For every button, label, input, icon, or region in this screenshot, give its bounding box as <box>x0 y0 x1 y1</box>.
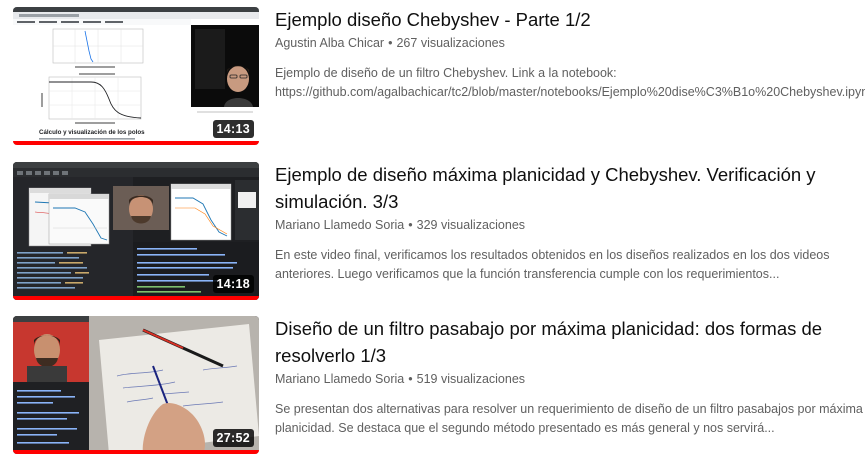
video-title[interactable]: Ejemplo de diseño máxima planicidad y Ch… <box>275 161 865 215</box>
video-thumbnail[interactable]: 14:18 <box>13 162 259 300</box>
watch-progress-bar <box>13 450 259 454</box>
video-meta: Agustin Alba Chicar • 267 visualizaciones <box>275 35 865 52</box>
video-title[interactable]: Ejemplo diseño Chebyshev - Parte 1/2 <box>275 6 865 33</box>
video-info: Ejemplo diseño Chebyshev - Parte 1/2 Agu… <box>275 6 865 102</box>
video-description: En este video final, verificamos los res… <box>275 248 830 281</box>
video-thumbnail[interactable]: Cálculo y visualización de los polos 14:… <box>13 7 259 145</box>
channel-name[interactable]: Agustin Alba Chicar <box>275 36 384 50</box>
meta-separator-dot: • <box>388 36 393 50</box>
video-description: Ejemplo de diseño de un filtro Chebyshev… <box>275 66 865 99</box>
video-description: Se presentan dos alternativas para resol… <box>275 402 863 435</box>
thumbnail-caption: Cálculo y visualización de los polos <box>39 129 145 136</box>
watch-progress-bar <box>13 141 259 145</box>
video-info: Diseño de un filtro pasabajo por máxima … <box>275 315 865 438</box>
video-result[interactable]: 27:52 Diseño de un filtro pasabajo por m… <box>0 309 867 454</box>
watch-progress-bar <box>13 296 259 300</box>
duration-badge: 14:13 <box>212 120 254 138</box>
duration-badge: 27:52 <box>212 429 254 447</box>
view-count: 519 visualizaciones <box>416 372 526 386</box>
video-meta: Mariano Llamedo Soria • 329 visualizacione… <box>275 217 865 234</box>
channel-name[interactable]: Mariano Llamedo Soria <box>275 372 404 386</box>
watch-progress-track <box>13 296 259 300</box>
video-result[interactable]: Cálculo y visualización de los polos 14:… <box>0 0 867 145</box>
view-count: 267 visualizaciones <box>396 36 505 50</box>
meta-separator-dot: • <box>408 372 413 386</box>
video-thumbnail[interactable]: 27:52 <box>13 316 259 454</box>
duration-badge: 14:18 <box>212 275 254 293</box>
watch-progress-track <box>13 450 259 454</box>
watch-progress-track <box>13 141 259 145</box>
view-count: 329 visualizaciones <box>416 218 526 232</box>
video-result[interactable]: 14:18 Ejemplo de diseño máxima planicida… <box>0 155 867 300</box>
search-results-list: Cálculo y visualización de los polos 14:… <box>0 0 867 463</box>
channel-name[interactable]: Mariano Llamedo Soria <box>275 218 404 232</box>
video-meta: Mariano Llamedo Soria • 519 visualizacione… <box>275 371 865 388</box>
video-title[interactable]: Diseño de un filtro pasabajo por máxima … <box>275 315 865 369</box>
meta-separator-dot: • <box>408 218 413 232</box>
video-info: Ejemplo de diseño máxima planicidad y Ch… <box>275 161 865 284</box>
